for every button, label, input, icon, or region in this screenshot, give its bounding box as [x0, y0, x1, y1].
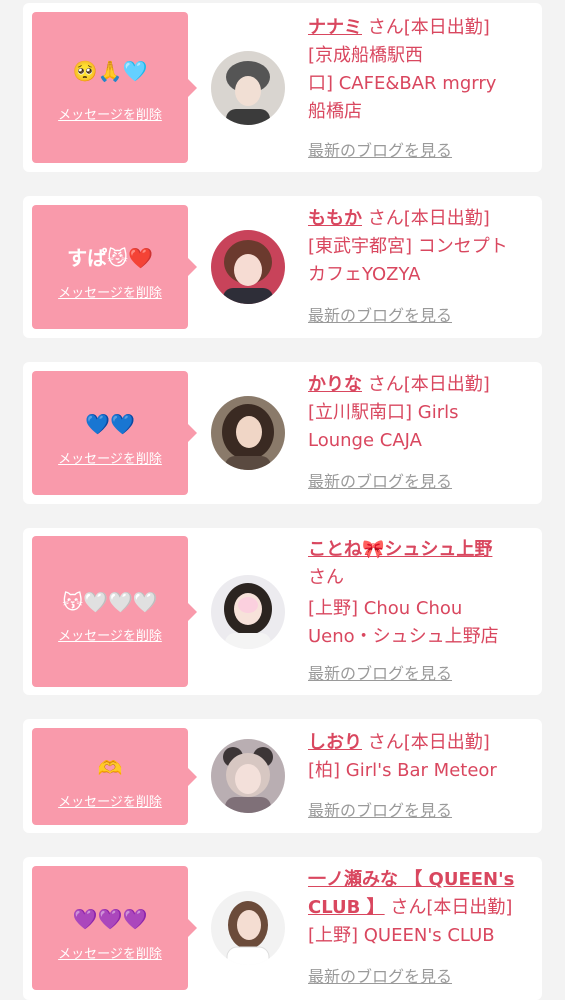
shop-name: [上野] Chou Chou	[308, 598, 463, 619]
message-text: 🫶	[97, 756, 123, 780]
message-text: すぱ😼❤️	[67, 246, 153, 270]
shop-name: [柏] Girl's Bar Meteor	[308, 760, 497, 781]
delete-message-link[interactable]: メッセージを削除	[32, 628, 188, 646]
cast-info: ことね🎀シュシュ上野 さん [上野] Chou Chou Ueno・シュシュ上野…	[308, 536, 540, 651]
avatar[interactable]	[211, 575, 285, 649]
honorific-status: さん	[308, 567, 344, 588]
shop-name: Lounge CAJA	[308, 430, 422, 451]
cast-info: ももか さん[本日出勤] [東武宇都宮] コンセプト カフェYOZYA	[308, 205, 540, 289]
latest-blog-link[interactable]: 最新のブログを見る	[308, 472, 452, 492]
message-bubble: 💜💜💜 メッセージを削除	[32, 866, 197, 990]
cast-name-link[interactable]: 一ノ瀬みな 【 QUEEN's	[308, 869, 514, 890]
latest-blog-link[interactable]: 最新のブログを見る	[308, 967, 452, 987]
honorific-status: さん[本日出勤]	[367, 374, 490, 395]
honorific-status: さん[本日出勤]	[390, 897, 513, 918]
avatar-photo-icon	[211, 575, 285, 649]
shop-name: Ueno・シュシュ上野店	[308, 626, 499, 647]
avatar-photo-icon	[211, 739, 285, 813]
avatar-photo-icon	[211, 891, 285, 965]
delete-message-link[interactable]: メッセージを削除	[32, 107, 188, 125]
cast-name-link[interactable]: ことね🎀シュシュ上野	[308, 539, 492, 560]
cast-info: 一ノ瀬みな 【 QUEEN's CLUB 】 さん[本日出勤] [上野] QUE…	[308, 866, 540, 950]
honorific-status: さん[本日出勤]	[367, 208, 490, 229]
cast-info: ナナミ さん[本日出勤] [京成船橋駅西 口] CAFE&BAR mgrry 船…	[308, 14, 540, 126]
shop-name: 船橋店	[308, 101, 362, 122]
list-item: 😽🤍🤍🤍 メッセージを削除 ことね🎀シュシュ上野 さん [上野] Chou Ch…	[23, 528, 542, 695]
latest-blog-link[interactable]: 最新のブログを見る	[308, 664, 452, 684]
shop-name: [立川駅南口] Girls	[308, 402, 459, 423]
cast-name-link[interactable]: ナナミ	[308, 17, 362, 38]
shop-name: 口] CAFE&BAR mgrry	[308, 73, 497, 94]
cast-name-link[interactable]: ももか	[308, 208, 362, 229]
shop-name: [上野] QUEEN's CLUB	[308, 925, 495, 946]
cast-info: かりな さん[本日出勤] [立川駅南口] Girls Lounge CAJA	[308, 371, 540, 455]
delete-message-link[interactable]: メッセージを削除	[32, 946, 188, 964]
avatar-photo-icon	[211, 396, 285, 470]
message-text: 💙💙	[85, 412, 135, 436]
honorific-status: さん[本日出勤]	[367, 17, 490, 38]
delete-message-link[interactable]: メッセージを削除	[32, 285, 188, 303]
avatar[interactable]	[211, 739, 285, 813]
message-bubble: 😽🤍🤍🤍 メッセージを削除	[32, 536, 197, 687]
delete-message-link[interactable]: メッセージを削除	[32, 451, 188, 469]
cast-name-link[interactable]: かりな	[308, 374, 362, 395]
shop-name: [京成船橋駅西	[308, 45, 424, 66]
honorific-status: さん[本日出勤]	[367, 732, 490, 753]
message-list: 🥺🙏🩵 メッセージを削除 ナナミ さん[本日出勤] [京成船橋駅西 口] CAF…	[0, 0, 565, 1000]
message-text: 💜💜💜	[72, 907, 148, 931]
delete-message-link[interactable]: メッセージを削除	[32, 794, 188, 812]
message-bubble: すぱ😼❤️ メッセージを削除	[32, 205, 197, 329]
latest-blog-link[interactable]: 最新のブログを見る	[308, 801, 452, 821]
message-bubble: 💙💙 メッセージを削除	[32, 371, 197, 495]
list-item: 💜💜💜 メッセージを削除 一ノ瀬みな 【 QUEEN's CLUB 】 さん[本…	[23, 857, 542, 1000]
cast-info: しおり さん[本日出勤] [柏] Girl's Bar Meteor	[308, 729, 540, 785]
message-text: 😽🤍🤍🤍	[62, 590, 158, 614]
message-bubble: 🥺🙏🩵 メッセージを削除	[32, 12, 197, 163]
cast-name-link-cont[interactable]: CLUB 】	[308, 897, 385, 918]
avatar-photo-icon	[211, 51, 285, 125]
latest-blog-link[interactable]: 最新のブログを見る	[308, 141, 452, 161]
avatar[interactable]	[211, 396, 285, 470]
message-text: 🥺🙏🩵	[72, 59, 148, 83]
latest-blog-link[interactable]: 最新のブログを見る	[308, 306, 452, 326]
list-item: 🫶 メッセージを削除 しおり さん[本日出勤] [柏] Girl's Bar M…	[23, 719, 542, 833]
list-item: 🥺🙏🩵 メッセージを削除 ナナミ さん[本日出勤] [京成船橋駅西 口] CAF…	[23, 3, 542, 172]
cast-name-link[interactable]: しおり	[308, 732, 362, 753]
list-item: すぱ😼❤️ メッセージを削除 ももか さん[本日出勤] [東武宇都宮] コンセプ…	[23, 196, 542, 338]
list-item: 💙💙 メッセージを削除 かりな さん[本日出勤] [立川駅南口] Girls L…	[23, 362, 542, 504]
avatar[interactable]	[211, 51, 285, 125]
shop-name: カフェYOZYA	[308, 264, 421, 285]
message-bubble: 🫶 メッセージを削除	[32, 728, 197, 825]
avatar-photo-icon	[211, 230, 285, 304]
avatar[interactable]	[211, 230, 285, 304]
shop-name: [東武宇都宮] コンセプト	[308, 236, 508, 257]
avatar[interactable]	[211, 891, 285, 965]
